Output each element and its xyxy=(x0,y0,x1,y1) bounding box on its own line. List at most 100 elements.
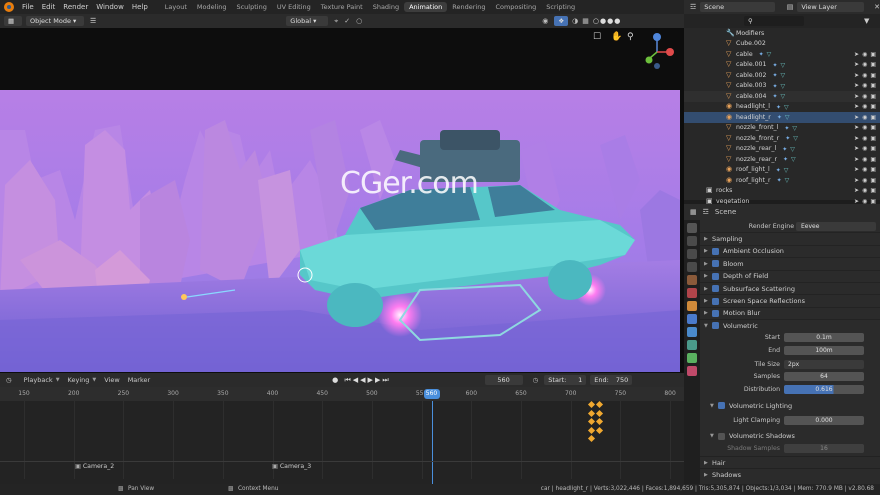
keyframe-diamond[interactable] xyxy=(587,400,596,409)
mesh-data-icon[interactable]: ▽ xyxy=(780,72,786,79)
outliner-item[interactable]: ▣ rocks ➤ ◉ ▣ xyxy=(684,186,880,197)
outliner-item[interactable]: ▽ cable.001 ✦ ▽ ➤ ◉ ▣ xyxy=(684,60,880,71)
outliner-item[interactable]: ◉ headlight_l ✦ ▽ ➤ ◉ ▣ xyxy=(684,102,880,113)
tab-texture-paint[interactable]: Texture Paint xyxy=(316,2,368,12)
output-tab-icon[interactable] xyxy=(687,249,697,259)
render-tab-icon[interactable] xyxy=(687,236,697,246)
eye-icon[interactable]: ◉ xyxy=(862,166,867,173)
outliner-item[interactable]: ▽ cable.002 ✦ ▽ ➤ ◉ ▣ xyxy=(684,70,880,81)
tab-compositing[interactable]: Compositing xyxy=(490,2,541,12)
eye-icon[interactable]: ◉ xyxy=(862,187,867,194)
scene-tab-icon[interactable] xyxy=(687,275,697,285)
physics-tab-icon[interactable] xyxy=(687,340,697,350)
light-clamping-field[interactable]: 0.000 xyxy=(784,415,864,425)
eye-icon[interactable]: ◉ xyxy=(862,72,867,79)
outliner-item[interactable]: ▽ cable ✦ ▽ ➤ ◉ ▣ xyxy=(684,49,880,60)
eye-icon[interactable]: ◉ xyxy=(862,124,867,131)
eye-icon[interactable]: ◉ xyxy=(862,103,867,110)
modifier-icon[interactable]: ✦ xyxy=(777,177,783,184)
outliner-item[interactable]: ▽ nozzle_front_l ✦ ▽ ➤ ◉ ▣ xyxy=(684,123,880,134)
menu-file[interactable]: File xyxy=(18,3,38,11)
end-frame-field[interactable]: End: 750 xyxy=(590,375,633,385)
tab-modeling[interactable]: Modeling xyxy=(192,2,232,12)
keyframe-diamond[interactable] xyxy=(587,434,596,443)
camera-icon[interactable]: ▣ xyxy=(870,114,876,121)
eye-icon[interactable]: ◉ xyxy=(862,177,867,184)
shading-mode-icons[interactable]: ○●●● xyxy=(593,17,621,25)
tile-size-dropdown[interactable]: 2px xyxy=(784,359,864,369)
panel-screen-space-reflections[interactable]: ▶ Screen Space Reflections xyxy=(700,294,880,306)
blender-logo-icon[interactable] xyxy=(4,2,14,12)
modifier-icon[interactable]: ✦ xyxy=(759,51,765,58)
view-menu[interactable]: View xyxy=(104,376,119,384)
chevron-down-icon[interactable]: ▼ xyxy=(710,403,718,409)
panel-enable-checkbox[interactable] xyxy=(712,322,719,330)
camera-icon[interactable]: ▣ xyxy=(870,51,876,58)
panel-enable-checkbox[interactable] xyxy=(712,260,719,268)
filter-icon[interactable]: ▼ xyxy=(864,17,869,25)
tab-uv-editing[interactable]: UV Editing xyxy=(272,2,316,12)
playback-controls[interactable]: ● ⏮◀◀▶▶⏭ xyxy=(332,376,390,385)
panel-enable-checkbox[interactable] xyxy=(712,297,719,305)
outliner-item[interactable]: 🔧 Modifiers xyxy=(684,28,880,39)
outliner-item[interactable]: ◉ headlight_r ✦ ▽ ➤ ◉ ▣ xyxy=(684,112,880,123)
properties-editor-icon[interactable]: ▦ xyxy=(690,208,697,216)
clock-icon[interactable]: ◷ xyxy=(6,376,12,384)
marker-menu[interactable]: Marker xyxy=(128,376,150,384)
modifier-icon[interactable]: ✦ xyxy=(784,125,790,132)
modifier-icon[interactable]: ✦ xyxy=(776,167,782,174)
panel-depth-of-field[interactable]: ▶ Depth of Field xyxy=(700,269,880,282)
select-arrow-icon[interactable]: ➤ xyxy=(854,51,859,58)
menu-help[interactable]: Help xyxy=(128,3,152,11)
view-layer-tab-icon[interactable] xyxy=(687,262,697,272)
select-arrow-icon[interactable]: ➤ xyxy=(854,177,859,184)
select-arrow-icon[interactable]: ➤ xyxy=(854,135,859,142)
modifier-icon[interactable]: ✦ xyxy=(772,83,778,90)
mesh-data-icon[interactable]: ▽ xyxy=(780,93,786,100)
camera-icon[interactable]: ▣ xyxy=(870,177,876,184)
samples-field[interactable]: 64 xyxy=(784,372,864,382)
mesh-data-icon[interactable]: ▽ xyxy=(780,62,786,69)
camera-icon[interactable]: ▣ xyxy=(870,166,876,173)
camera-icon[interactable]: ▣ xyxy=(870,187,876,194)
frame-ruler[interactable]: 150 200 250 300 350 400 450 500 550 600 650 700 750 8… xyxy=(0,387,684,401)
volumetric-end-field[interactable]: 100m xyxy=(784,345,864,355)
panel-enable-checkbox[interactable] xyxy=(712,247,719,255)
modifier-tab-icon[interactable] xyxy=(687,314,697,324)
current-frame-field[interactable]: 560 xyxy=(484,375,523,385)
shadow-samples-field[interactable]: 16 xyxy=(784,444,864,454)
outliner-item[interactable]: ▽ cable.004 ✦ ▽ ➤ ◉ ▣ xyxy=(684,91,880,102)
camera-marker[interactable]: ▣ Camera_3 xyxy=(272,463,311,470)
panel-motion-blur[interactable]: ▶ Motion Blur xyxy=(700,306,880,319)
eye-icon[interactable]: ◉ xyxy=(862,145,867,152)
editor-type-button[interactable]: ▦ xyxy=(4,16,22,26)
eye-icon[interactable]: ◉ xyxy=(862,82,867,89)
select-arrow-icon[interactable]: ➤ xyxy=(854,72,859,79)
eye-icon[interactable]: ◉ xyxy=(862,135,867,142)
playhead-frame-label[interactable]: 560 xyxy=(423,389,440,399)
gizmo-toggle-icon[interactable]: ❖ xyxy=(554,16,569,26)
object-tab-icon[interactable] xyxy=(687,301,697,311)
tool-tab-icon[interactable] xyxy=(687,223,697,233)
menu-render[interactable]: Render xyxy=(59,3,92,11)
eye-icon[interactable]: ◉ xyxy=(862,93,867,100)
start-frame-field[interactable]: Start: 1 xyxy=(544,375,587,385)
mesh-data-icon[interactable]: ▽ xyxy=(793,135,799,142)
close-icon[interactable]: ✕ xyxy=(874,3,880,11)
eye-icon[interactable]: ◉ xyxy=(862,61,867,68)
modifier-icon[interactable]: ✦ xyxy=(777,114,783,121)
camera-view-icon[interactable]: ☐ xyxy=(593,32,601,42)
playback-menu[interactable]: Playback xyxy=(24,376,53,384)
panel-ambient-occlusion[interactable]: ▶ Ambient Occlusion xyxy=(700,244,880,257)
modifier-icon[interactable]: ✦ xyxy=(772,62,778,69)
camera-marker[interactable]: ▣ Camera_2 xyxy=(75,463,114,470)
3d-viewport[interactable]: ☐ ✋ ⚲ CGer.com xyxy=(0,28,684,373)
outliner-item[interactable]: ◉ roof_light_l ✦ ▽ ➤ ◉ ▣ xyxy=(684,165,880,176)
mesh-data-icon[interactable]: ▽ xyxy=(784,167,790,174)
outliner-item[interactable]: ▽ nozzle_rear_l ✦ ▽ ➤ ◉ ▣ xyxy=(684,144,880,155)
outliner-item[interactable]: ▽ nozzle_rear_r ✦ ▽ ➤ ◉ ▣ xyxy=(684,154,880,165)
tab-rendering[interactable]: Rendering xyxy=(447,2,490,12)
modifier-icon[interactable]: ✦ xyxy=(772,93,778,100)
data-tab-icon[interactable] xyxy=(687,366,697,376)
outliner-item[interactable]: ▽ cable.003 ✦ ▽ ➤ ◉ ▣ xyxy=(684,81,880,92)
